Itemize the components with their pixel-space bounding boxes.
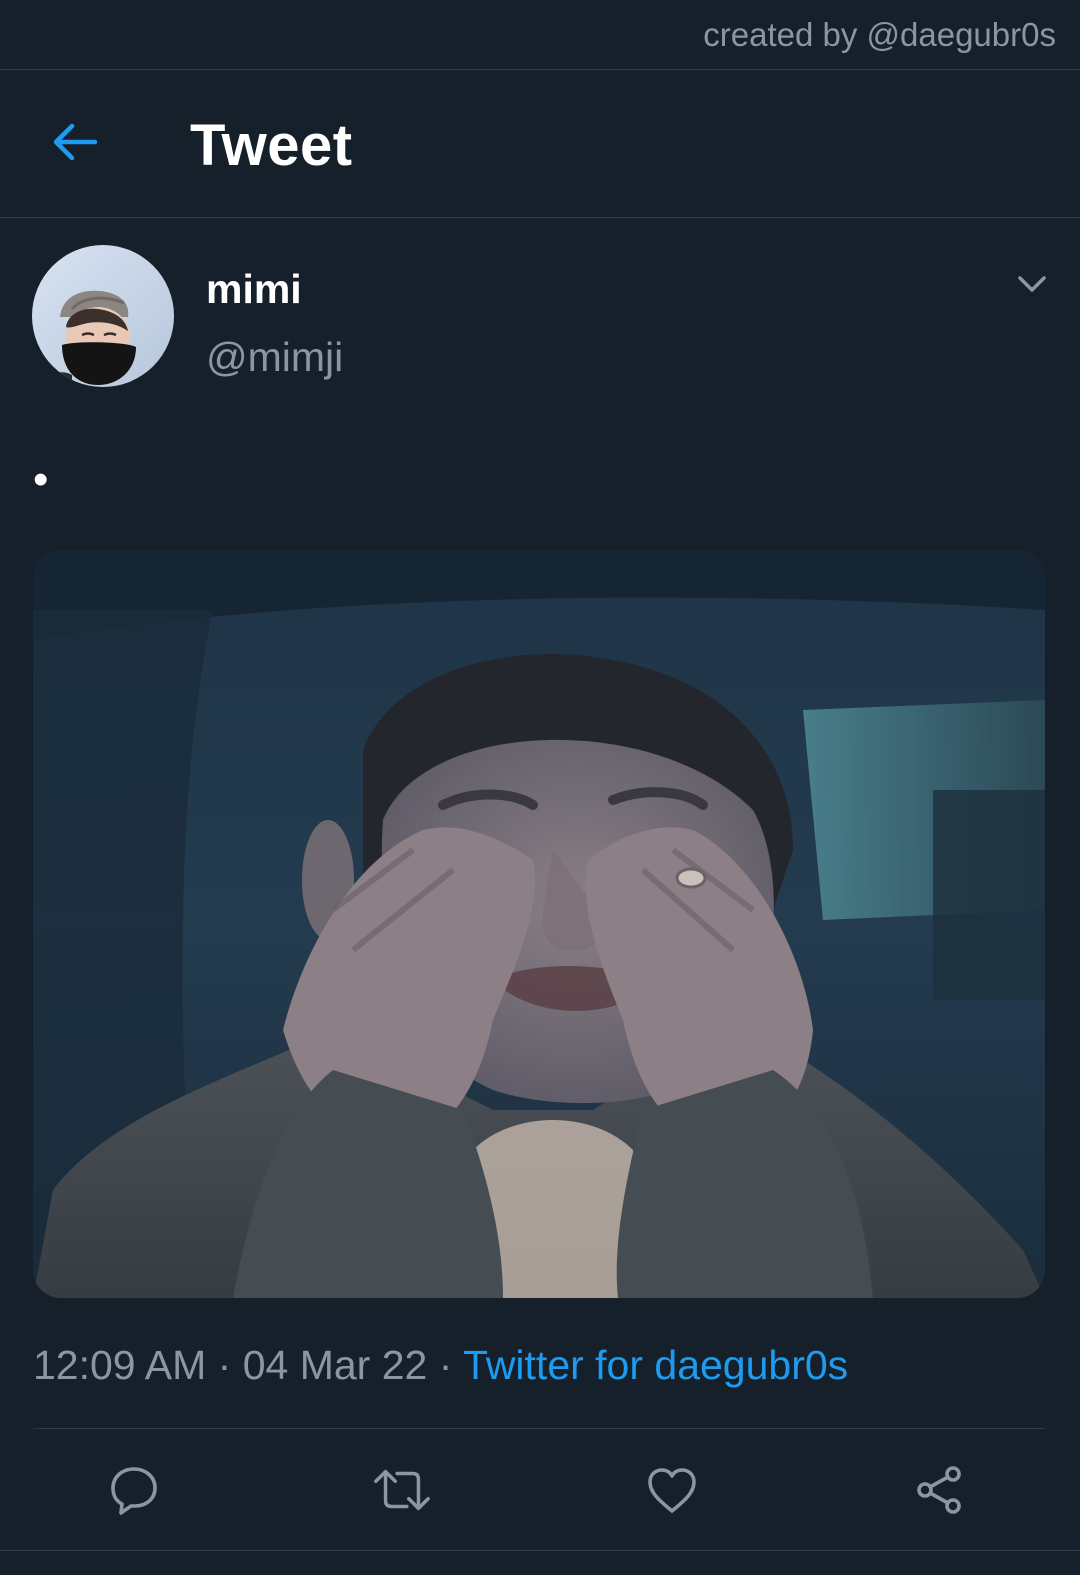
share-icon	[917, 1466, 961, 1514]
back-button[interactable]	[42, 110, 106, 174]
avatar-image	[32, 245, 174, 387]
chevron-down-icon	[1018, 276, 1046, 292]
like-icon	[648, 1468, 696, 1513]
retweet-icon	[374, 1469, 430, 1511]
tweet-meta: 12:09 AM · 04 Mar 22 · Twitter for daegu…	[33, 1342, 848, 1389]
divider	[33, 1428, 1045, 1429]
tweet-time: 12:09 AM	[33, 1342, 207, 1388]
credit-bar: created by @daegubr0s	[0, 0, 1080, 70]
tweet-media-image[interactable]	[33, 550, 1045, 1298]
tweet-date: 04 Mar 22	[242, 1342, 428, 1388]
divider	[0, 1550, 1080, 1551]
more-options-button[interactable]	[1010, 262, 1054, 306]
tweet-action-bar	[0, 1430, 1080, 1550]
tweet-source-link[interactable]: Twitter for daegubr0s	[463, 1342, 848, 1388]
crying-man-photo	[33, 550, 1045, 1298]
page-title: Tweet	[190, 113, 353, 178]
like-button[interactable]	[642, 1460, 702, 1520]
reply-icon	[111, 1467, 157, 1515]
share-button[interactable]	[910, 1460, 970, 1520]
avatar[interactable]	[32, 245, 174, 387]
reply-button[interactable]	[104, 1460, 164, 1520]
retweet-button[interactable]	[372, 1460, 432, 1520]
tweet-text: •	[33, 455, 49, 504]
author-display-name[interactable]: mimi	[206, 266, 302, 313]
meta-separator: ·	[438, 1342, 453, 1388]
top-app-bar: Tweet	[0, 70, 1080, 218]
credit-text: created by @daegubr0s	[703, 16, 1056, 53]
author-handle[interactable]: @mimji	[206, 334, 343, 381]
arrow-left-icon	[53, 123, 97, 161]
meta-separator: ·	[217, 1342, 232, 1388]
